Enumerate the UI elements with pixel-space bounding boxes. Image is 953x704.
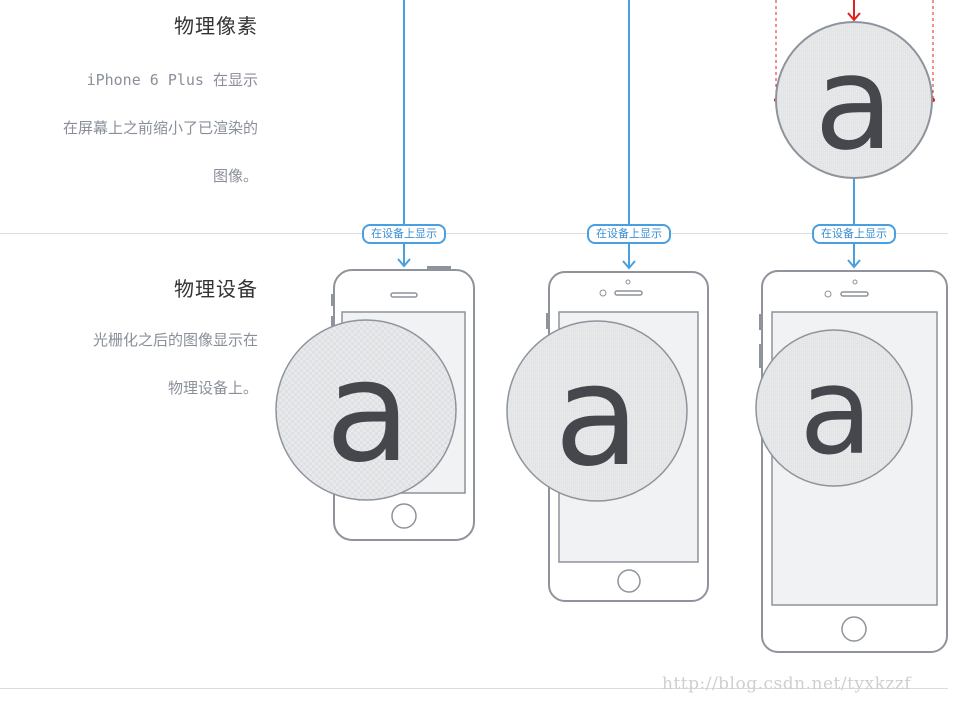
rendered-image-lens: a <box>775 21 933 179</box>
home-button <box>617 569 641 593</box>
device-iphone-4s: a <box>275 266 475 541</box>
connector-iphone-6-plus <box>847 178 861 269</box>
diagram-canvas: a a a a <box>275 0 948 653</box>
home-button <box>841 616 867 642</box>
glyph-a: a <box>325 331 411 494</box>
home-button <box>391 503 417 529</box>
display-on-device-badge-iphone-6: 在设备上显示 <box>587 224 671 244</box>
device-iphone-6-plus: a <box>755 270 948 653</box>
glyph-a: a <box>814 27 894 179</box>
display-on-device-badge-iphone-6-plus: 在设备上显示 <box>812 224 896 244</box>
glyph-a: a <box>554 335 640 498</box>
watermark-url: http://blog.csdn.net/tyxkzzf <box>662 674 912 694</box>
device-iphone-6: a <box>506 271 709 602</box>
display-on-device-badge-iphone-4s: 在设备上显示 <box>362 224 446 244</box>
glyph-a: a <box>799 343 873 482</box>
